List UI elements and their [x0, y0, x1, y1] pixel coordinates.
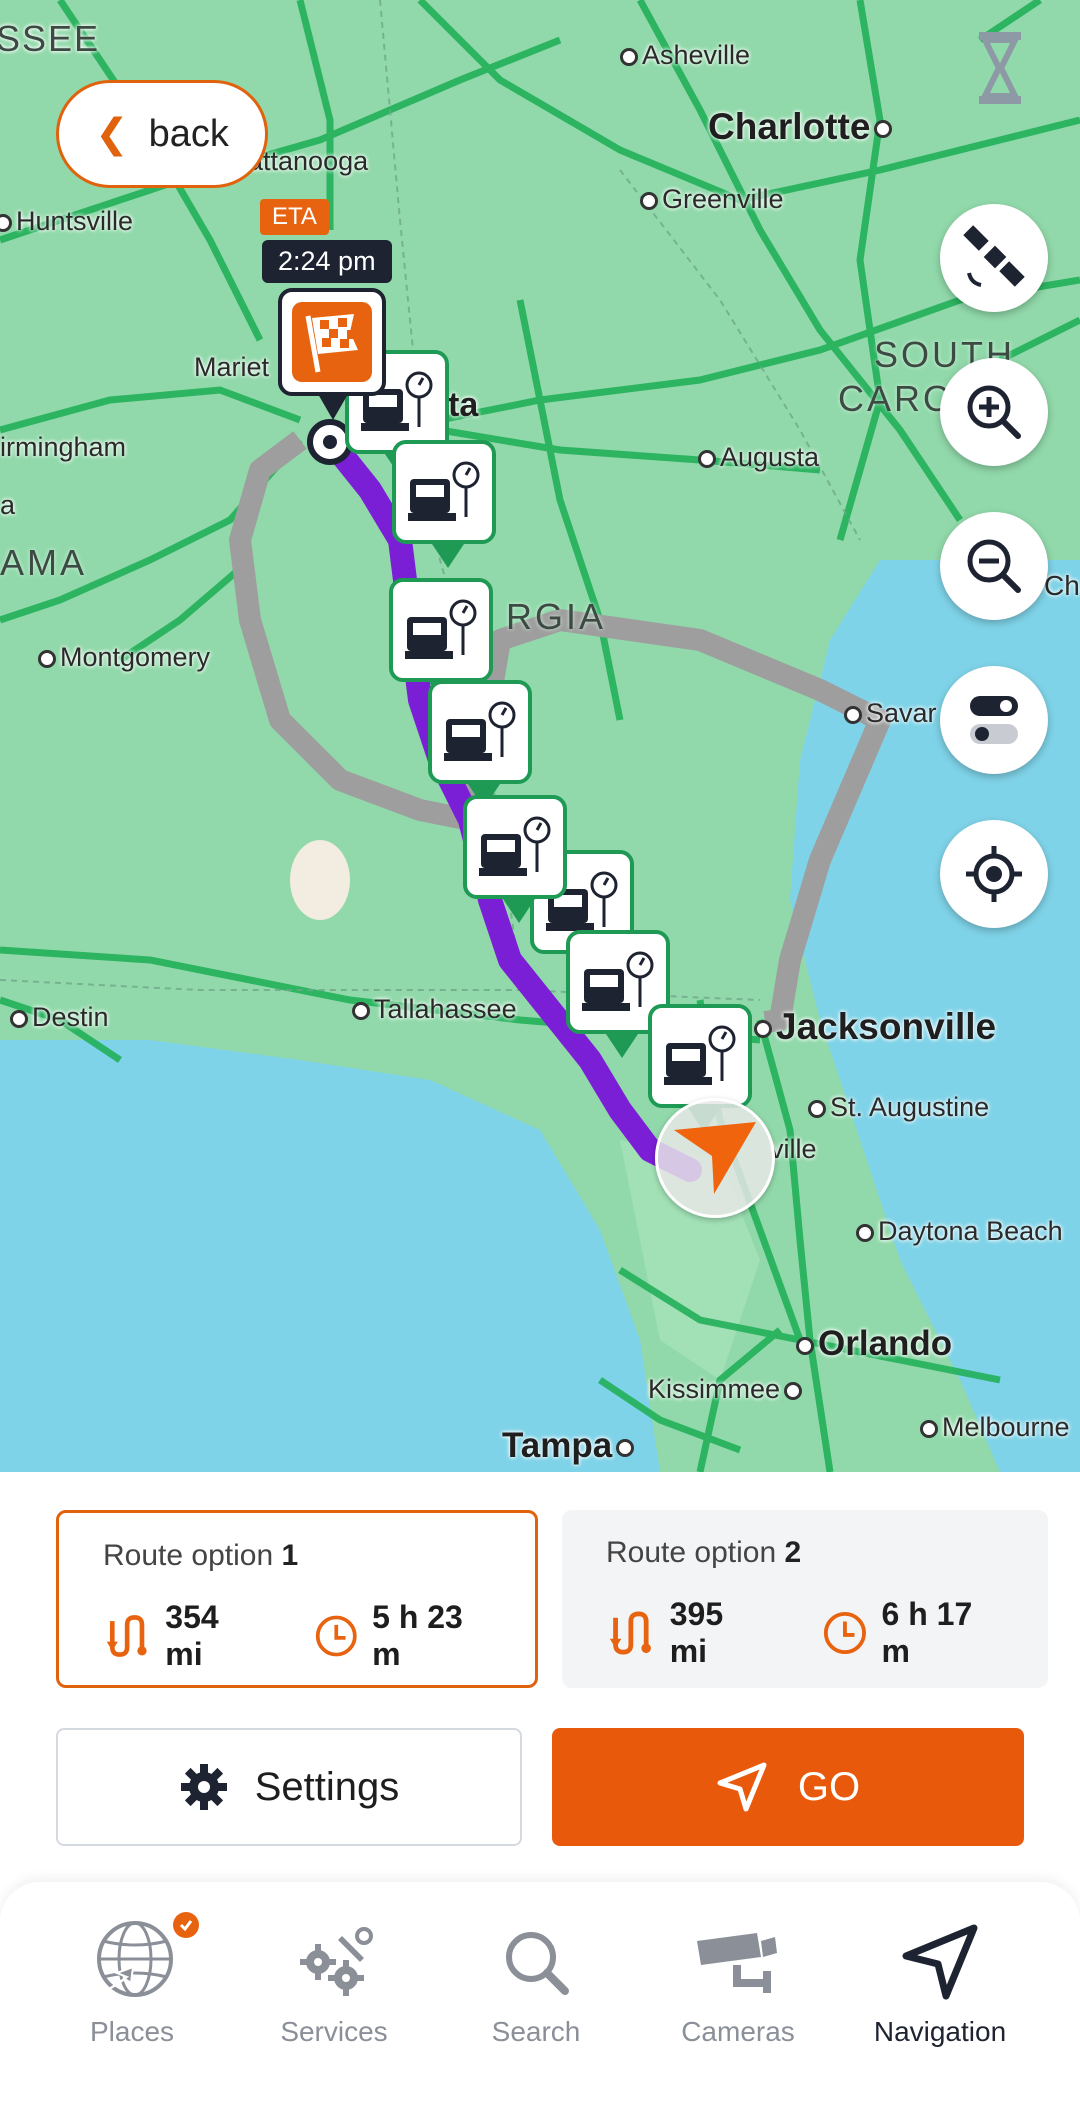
- route-option-2-card[interactable]: Route option 2 395 mi 6 h 17 m: [562, 1510, 1048, 1688]
- truck-gauge-icon: [664, 1025, 736, 1085]
- navigation-arrow-icon: [902, 1924, 978, 2000]
- route-distance-icon: [106, 1615, 147, 1657]
- truck-stop-marker[interactable]: [648, 1004, 752, 1132]
- route-option-title: Route option 1: [103, 1539, 299, 1572]
- nav-item-label: Navigation: [873, 2016, 1007, 2047]
- city-label-atlanta: ta: [448, 386, 479, 424]
- state-label-tennessee: SSEE: [0, 18, 101, 59]
- city-label-birmingham: irmingham: [0, 432, 127, 462]
- zoom-in-icon: [967, 385, 1021, 439]
- go-button[interactable]: GO: [552, 1728, 1024, 1846]
- map-base: [0, 0, 1080, 1472]
- go-button-label: GO: [797, 1764, 861, 1809]
- search-icon: [506, 1932, 569, 1995]
- bottom-navigation-bar: Places Services Search Cameras Navigatio…: [0, 1882, 1080, 2125]
- city-label-savannah: Savar: [844, 698, 937, 729]
- city-label-melbourne: Melbourne: [920, 1412, 1070, 1443]
- checkered-flag-icon: [292, 302, 372, 382]
- nav-item-search[interactable]: Search: [436, 1912, 636, 2048]
- zoom-in-button[interactable]: [940, 358, 1048, 466]
- route-duration: 6 h 17 m: [881, 1596, 973, 1669]
- city-label-jacksonville: Jacksonville: [754, 1006, 996, 1048]
- nav-item-label: Places: [89, 2016, 175, 2047]
- truck-stop-marker[interactable]: [428, 680, 532, 808]
- route-option-1-card[interactable]: Route option 1 354 mi 5 h 23 m: [56, 1510, 538, 1688]
- back-button-label: back: [148, 112, 229, 155]
- destination-marker-pointer: [318, 394, 348, 420]
- city-label-huntsville: Huntsville: [0, 206, 133, 237]
- current-location-cursor: [655, 1098, 775, 1218]
- nav-item-label: Services: [280, 2016, 388, 2047]
- hourglass-icon[interactable]: [975, 30, 1025, 106]
- map-view[interactable]: SSEE Asheville Charlotte attanooga Hunts…: [0, 0, 1080, 1472]
- city-label-montgomery: Montgomery: [38, 642, 210, 673]
- state-label-georgia: RGIA: [506, 596, 607, 637]
- city-label-tampa: Tampa: [502, 1426, 634, 1466]
- settings-button-label: Settings: [254, 1764, 400, 1809]
- route-option-title: Route option 2: [606, 1536, 802, 1569]
- nav-item-services[interactable]: Services: [234, 1912, 434, 2048]
- zoom-out-button[interactable]: [940, 512, 1048, 620]
- chevron-left-icon: ❮: [95, 112, 129, 156]
- city-label-orlando: Orlando: [796, 1324, 952, 1364]
- truck-stop-marker[interactable]: [389, 578, 493, 706]
- state-label-alabama: AMA: [0, 542, 88, 583]
- places-badge-check-icon: [173, 1912, 199, 1938]
- city-label-charleston: Ch: [1044, 570, 1080, 601]
- city-label-marietta: Mariet: [194, 352, 270, 382]
- nav-item-places[interactable]: Places: [32, 1912, 232, 2048]
- city-label-partial-a: a: [0, 490, 16, 520]
- zoom-out-icon: [967, 539, 1021, 593]
- city-label-greenville: Greenville: [640, 184, 784, 215]
- route-distance: 395 mi: [669, 1596, 724, 1669]
- toggle-icon: [970, 696, 1018, 744]
- truck-gauge-icon: [405, 599, 477, 659]
- city-label-gainesville: ville: [770, 1134, 817, 1164]
- nav-item-cameras[interactable]: Cameras: [638, 1912, 838, 2048]
- city-label-kissimmee: Kissimmee: [648, 1374, 802, 1405]
- send-arrow-icon: [717, 1762, 767, 1812]
- satellite-view-button[interactable]: [940, 204, 1048, 312]
- truck-gauge-icon: [582, 951, 654, 1011]
- eta-time: 2:24 pm: [262, 240, 392, 283]
- truck-stop-marker[interactable]: [392, 440, 496, 568]
- camera-icon: [697, 1933, 777, 1993]
- state-label-south-carolina-2: CARO: [838, 378, 955, 419]
- satellite-icon: [963, 225, 1025, 287]
- navigation-cursor-icon: [674, 1122, 756, 1194]
- route-distance-icon: [609, 1611, 651, 1655]
- truck-gauge-icon: [479, 816, 551, 876]
- city-label-st-augustine: St. Augustine: [808, 1092, 989, 1123]
- settings-button[interactable]: Settings: [56, 1728, 522, 1846]
- city-label-charlotte: Charlotte: [708, 106, 892, 148]
- destination-marker[interactable]: [278, 288, 386, 396]
- truck-gauge-icon: [444, 701, 516, 761]
- globe-plane-icon: [90, 1921, 173, 2002]
- route-distance: 354 mi: [165, 1599, 219, 1672]
- nav-item-navigation[interactable]: Navigation: [840, 1912, 1040, 2048]
- city-label-tallahassee: Tallahassee: [352, 994, 517, 1025]
- nav-item-label: Cameras: [681, 2016, 795, 2047]
- gears-icon: [300, 1927, 373, 1996]
- eta-badge: ETA: [260, 199, 329, 235]
- route-planner-screen: SSEE Asheville Charlotte attanooga Hunts…: [0, 0, 1080, 2125]
- city-label-daytona: Daytona Beach: [856, 1216, 1063, 1247]
- truck-stop-marker[interactable]: [463, 795, 567, 923]
- back-button[interactable]: ❮ back: [56, 80, 268, 188]
- truck-gauge-icon: [408, 461, 480, 521]
- crosshair-icon: [966, 846, 1022, 902]
- clock-icon: [315, 1615, 357, 1657]
- city-label-augusta: Augusta: [698, 442, 819, 473]
- clock-icon: [823, 1611, 866, 1655]
- gear-icon: [180, 1764, 227, 1810]
- city-label-destin: Destin: [10, 1002, 109, 1033]
- nav-item-label: Search: [491, 2016, 581, 2047]
- map-settings-toggle-button[interactable]: [940, 666, 1048, 774]
- city-label-chattanooga: attanooga: [248, 146, 369, 176]
- recenter-location-button[interactable]: [940, 820, 1048, 928]
- city-label-asheville: Asheville: [620, 40, 750, 71]
- route-duration: 5 h 23 m: [372, 1599, 463, 1672]
